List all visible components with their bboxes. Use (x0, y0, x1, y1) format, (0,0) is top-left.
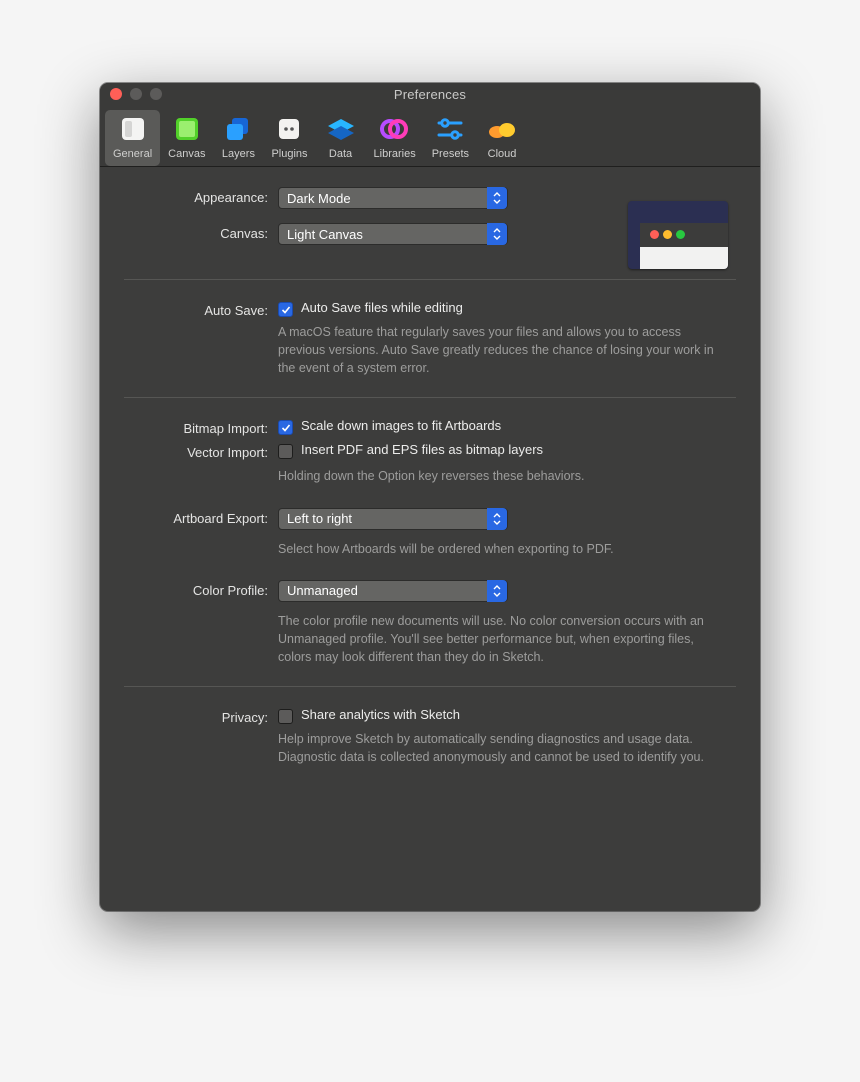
appearance-value: Dark Mode (287, 191, 351, 206)
select-stepper-icon (487, 223, 507, 245)
tab-data[interactable]: Data (316, 110, 366, 166)
color-profile-help: The color profile new documents will use… (278, 612, 718, 666)
canvas-select[interactable]: Light Canvas (278, 223, 508, 245)
auto-save-checkbox[interactable] (278, 302, 293, 317)
artboard-export-label: Artboard Export: (124, 508, 268, 526)
vector-import-label: Vector Import: (124, 442, 268, 460)
plugins-icon (272, 114, 306, 144)
color-profile-label: Color Profile: (124, 580, 268, 598)
auto-save-label: Auto Save: (124, 300, 268, 318)
canvas-icon (170, 114, 204, 144)
libraries-icon (378, 114, 412, 144)
artboard-export-value: Left to right (287, 511, 352, 526)
tab-layers[interactable]: Layers (213, 110, 263, 166)
privacy-checkbox[interactable] (278, 709, 293, 724)
appearance-preview (628, 201, 728, 269)
tab-label: Presets (432, 148, 469, 160)
artboard-export-select[interactable]: Left to right (278, 508, 508, 530)
cloud-icon (485, 114, 519, 144)
auto-save-help: A macOS feature that regularly saves you… (278, 323, 718, 377)
artboard-export-help: Select how Artboards will be ordered whe… (278, 540, 718, 558)
tab-cloud[interactable]: Cloud (477, 110, 527, 166)
separator (124, 279, 736, 280)
privacy-check-label: Share analytics with Sketch (301, 707, 460, 722)
preferences-toolbar: General Canvas Layers Plugins Data (100, 106, 760, 167)
tab-label: General (113, 148, 152, 160)
vector-import-checkbox[interactable] (278, 444, 293, 459)
layers-icon (221, 114, 255, 144)
separator (124, 397, 736, 398)
auto-save-check-label: Auto Save files while editing (301, 300, 463, 315)
tab-plugins[interactable]: Plugins (263, 110, 315, 166)
separator (124, 686, 736, 687)
preferences-window: Preferences General Canvas Layers Plugin… (100, 83, 760, 911)
select-stepper-icon (487, 187, 507, 209)
import-help: Holding down the Option key reverses the… (278, 467, 718, 485)
window-minimize-button[interactable] (130, 88, 142, 100)
general-icon (116, 114, 150, 144)
titlebar: Preferences (100, 83, 760, 106)
traffic-lights (110, 88, 162, 100)
tab-label: Plugins (271, 148, 307, 160)
tab-general[interactable]: General (105, 110, 160, 166)
bitmap-import-checkbox[interactable] (278, 420, 293, 435)
window-zoom-button[interactable] (150, 88, 162, 100)
privacy-label: Privacy: (124, 707, 268, 725)
window-close-button[interactable] (110, 88, 122, 100)
bitmap-import-label: Bitmap Import: (124, 418, 268, 436)
privacy-help: Help improve Sketch by automatically sen… (278, 730, 718, 766)
select-stepper-icon (487, 580, 507, 602)
tab-label: Data (329, 148, 352, 160)
tab-libraries[interactable]: Libraries (366, 110, 424, 166)
tab-presets[interactable]: Presets (424, 110, 477, 166)
presets-icon (433, 114, 467, 144)
window-title: Preferences (100, 87, 760, 102)
canvas-value: Light Canvas (287, 227, 363, 242)
tab-label: Layers (222, 148, 255, 160)
tab-label: Canvas (168, 148, 205, 160)
canvas-label: Canvas: (124, 223, 268, 241)
preferences-content: Appearance: Dark Mode Canvas: Light Canv… (100, 167, 760, 911)
tab-label: Cloud (488, 148, 517, 160)
tab-canvas[interactable]: Canvas (160, 110, 213, 166)
vector-import-check-label: Insert PDF and EPS files as bitmap layer… (301, 442, 543, 457)
appearance-label: Appearance: (124, 187, 268, 205)
appearance-select[interactable]: Dark Mode (278, 187, 508, 209)
bitmap-import-check-label: Scale down images to fit Artboards (301, 418, 501, 433)
tab-label: Libraries (374, 148, 416, 160)
select-stepper-icon (487, 508, 507, 530)
color-profile-select[interactable]: Unmanaged (278, 580, 508, 602)
data-icon (324, 114, 358, 144)
color-profile-value: Unmanaged (287, 583, 358, 598)
